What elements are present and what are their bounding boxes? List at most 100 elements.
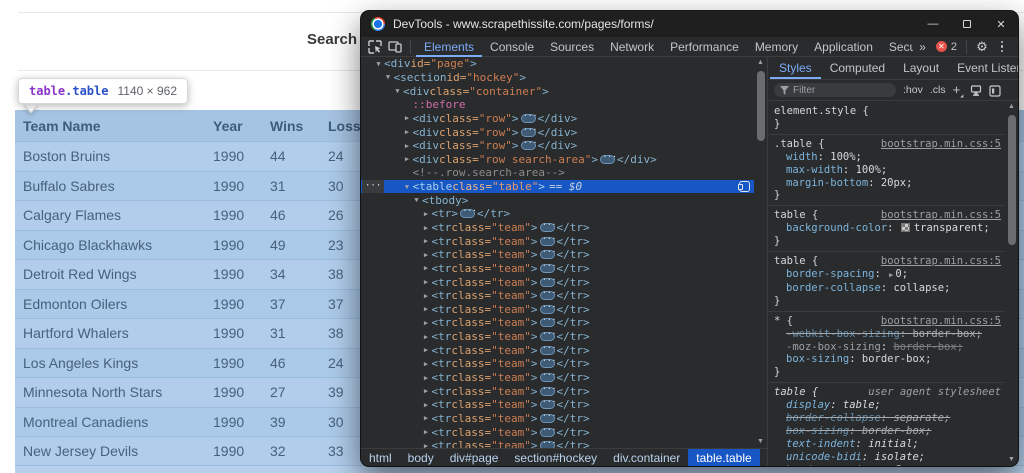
expand-arrow-icon[interactable]: ▶	[421, 428, 432, 436]
dom-node[interactable]: ▶<tr class="team"></tr>	[361, 289, 754, 303]
expand-arrow-icon[interactable]: ▶	[421, 414, 432, 422]
dom-node[interactable]: ▼<div id="page">	[361, 57, 754, 71]
inline-expand-button[interactable]	[521, 114, 536, 123]
dom-node[interactable]: ▶<div class="row"></div>	[361, 112, 754, 126]
dom-node[interactable]: ▶<tr class="team"></tr>	[361, 371, 754, 385]
css-property[interactable]: border-collapse: collapse;	[774, 282, 1001, 295]
scrollbar-thumb[interactable]	[1008, 115, 1016, 245]
scroll-down-icon[interactable]: ▼	[757, 436, 764, 448]
close-button[interactable]: ✕	[984, 11, 1018, 37]
inline-expand-button[interactable]	[540, 373, 555, 382]
console-errors-badge[interactable]: ✕ 2	[936, 41, 957, 53]
css-selector[interactable]: * {	[774, 315, 793, 328]
stylesheet-link[interactable]: bootstrap.min.css:5	[881, 138, 1001, 151]
dom-node[interactable]: ▶<tr class="team"></tr>	[361, 357, 754, 371]
expand-arrow-icon[interactable]: ▶	[421, 224, 432, 232]
computed-sidebar-toggle-icon[interactable]	[989, 84, 1001, 96]
elements-scrollbar[interactable]: ▲ ▼	[754, 57, 767, 448]
settings-gear-icon[interactable]: ⚙	[972, 38, 992, 56]
css-property[interactable]: border-spacing: ▶2px;	[774, 464, 1001, 466]
dom-node[interactable]: ▼<div class="container">	[361, 84, 754, 98]
dom-node[interactable]: ▶<tr class="team"></tr>	[361, 330, 754, 344]
more-panels-button[interactable]: »	[913, 40, 932, 54]
rendering-emulations-icon[interactable]	[970, 84, 982, 96]
inline-expand-button[interactable]	[540, 332, 555, 341]
dom-node[interactable]: ▶<tr class="team"></tr>	[361, 275, 754, 289]
tab-security[interactable]: Security	[881, 37, 913, 57]
inline-expand-button[interactable]	[540, 291, 555, 300]
dom-node[interactable]: ▶<tr class="team"></tr>	[361, 221, 754, 235]
dom-node[interactable]: ▶<tr class="team"></tr>	[361, 412, 754, 426]
dom-node[interactable]: ▶<tr class="team"></tr>	[361, 384, 754, 398]
css-selector[interactable]: table {	[774, 255, 818, 268]
dom-node[interactable]: ▶<tr class="team"></tr>	[361, 262, 754, 276]
expand-arrow-icon[interactable]: ▼	[402, 183, 413, 191]
styles-scrollbar[interactable]: ▲ ▼	[1005, 101, 1018, 466]
dom-node[interactable]: <!--.row.search-area-->	[361, 166, 754, 180]
tab-application[interactable]: Application	[806, 37, 881, 57]
css-selector[interactable]: table {	[774, 386, 818, 399]
expand-arrow-icon[interactable]: ▶	[421, 360, 432, 368]
devtools-titlebar[interactable]: DevTools - www.scrapethissite.com/pages/…	[361, 11, 1018, 37]
dom-node[interactable]: ▶<tr class="team"></tr>	[361, 303, 754, 317]
node-more-actions-button[interactable]: ···	[362, 180, 384, 194]
dom-node[interactable]: ::before	[361, 98, 754, 112]
css-selector[interactable]: .table {	[774, 138, 825, 151]
expand-arrow-icon[interactable]: ▼	[392, 87, 403, 95]
inline-expand-button[interactable]	[540, 414, 555, 423]
dom-node[interactable]: ▶<tr class="team"></tr>	[361, 425, 754, 439]
css-property[interactable]: width: 100%;	[774, 151, 1001, 164]
stylesheet-link[interactable]: bootstrap.min.css:5	[881, 255, 1001, 268]
inline-expand-button[interactable]	[540, 346, 555, 355]
scrollbar-thumb[interactable]	[757, 71, 765, 141]
dom-node[interactable]: ▶<tr class="team"></tr>	[361, 398, 754, 412]
expand-arrow-icon[interactable]: ▼	[411, 196, 422, 204]
sidebar-tab-computed[interactable]: Computed	[821, 57, 894, 79]
minimize-button[interactable]: —	[916, 11, 950, 37]
sidebar-tab-layout[interactable]: Layout	[894, 57, 948, 79]
dom-node[interactable]: ▶<tr class="team"></tr>	[361, 248, 754, 262]
dom-node[interactable]: ▶<tr class="team"></tr>	[361, 316, 754, 330]
breadcrumb-html[interactable]: html	[361, 449, 400, 466]
inline-expand-button[interactable]	[540, 359, 555, 368]
sidebar-tab-styles[interactable]: Styles	[770, 57, 821, 79]
css-selector[interactable]: table {	[774, 209, 818, 222]
dom-node[interactable]: ▶<div class="row"></div>	[361, 125, 754, 139]
expand-arrow-icon[interactable]: ▶	[421, 305, 432, 313]
inline-expand-button[interactable]	[540, 318, 555, 327]
scroll-up-icon[interactable]: ▲	[757, 57, 764, 69]
tab-memory[interactable]: Memory	[747, 37, 806, 57]
expand-arrow-icon[interactable]: ▶	[402, 142, 413, 150]
expand-arrow-icon[interactable]: ▼	[373, 60, 384, 68]
tab-elements[interactable]: Elements	[416, 37, 482, 57]
scroll-down-icon[interactable]: ▼	[1008, 454, 1015, 466]
css-property[interactable]: display: table;	[774, 399, 1001, 412]
expand-arrow-icon[interactable]: ▶	[421, 278, 432, 286]
maximize-button[interactable]	[950, 11, 984, 37]
inline-expand-button[interactable]	[540, 387, 555, 396]
styles-filter-input[interactable]: Filter	[774, 83, 896, 97]
new-style-rule-button[interactable]: +	[953, 82, 964, 97]
scroll-into-view-icon[interactable]	[739, 181, 750, 192]
css-property[interactable]: -moz-box-sizing: border-box;	[774, 341, 1001, 354]
css-property[interactable]: -webkit-box-sizing: border-box;	[774, 328, 1001, 341]
expand-arrow-icon[interactable]: ▶	[421, 264, 432, 272]
inline-expand-button[interactable]	[460, 209, 475, 218]
inline-expand-button[interactable]	[540, 223, 555, 232]
dom-node[interactable]: ▶<tr class="team"></tr>	[361, 439, 754, 448]
expand-arrow-icon[interactable]: ▶	[421, 237, 432, 245]
device-toolbar-icon[interactable]	[385, 38, 405, 56]
inspect-element-icon[interactable]	[365, 38, 385, 56]
breadcrumb-section-hockey[interactable]: section#hockey	[506, 449, 605, 466]
color-swatch[interactable]	[901, 223, 910, 232]
tab-network[interactable]: Network	[602, 37, 662, 57]
css-property[interactable]: text-indent: initial;	[774, 438, 1001, 451]
css-property[interactable]: background-color: transparent;	[774, 222, 1001, 235]
inline-expand-button[interactable]	[540, 428, 555, 437]
expand-arrow-icon[interactable]: ▶	[421, 292, 432, 300]
expand-arrow-icon[interactable]: ▶	[421, 251, 432, 259]
expand-arrow-icon[interactable]: ▶	[421, 319, 432, 327]
breadcrumb-table-table[interactable]: table.table	[688, 449, 759, 466]
stylesheet-link[interactable]: bootstrap.min.css:5	[881, 315, 1001, 328]
stylesheet-link[interactable]: bootstrap.min.css:5	[881, 209, 1001, 222]
